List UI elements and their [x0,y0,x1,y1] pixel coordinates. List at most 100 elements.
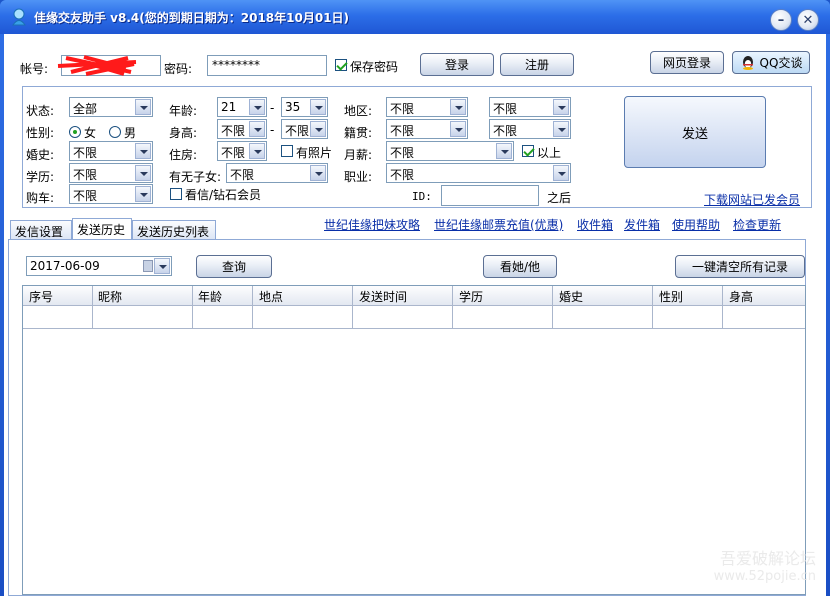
app-icon [12,8,26,26]
password-input[interactable]: ******** [207,55,327,76]
column-divider [452,286,453,329]
gender-female-radio[interactable] [69,126,81,138]
clear-all-records-button[interactable]: 一键清空所有记录 [675,255,805,278]
col-header[interactable]: 昵称 [98,288,122,305]
chevron-down-icon [450,121,466,137]
region-select-2[interactable]: 不限 [489,97,571,117]
login-button[interactable]: 登录 [420,53,494,76]
height-to-select[interactable]: 不限 [281,119,328,139]
marriage-select[interactable]: 不限 [69,141,153,161]
col-header[interactable]: 地点 [259,288,283,305]
link-check-update[interactable]: 检查更新 [733,216,781,233]
region-select-1[interactable]: 不限 [386,97,468,117]
gender-label: 性别: [26,126,55,140]
with-photo-checkbox[interactable] [281,145,293,157]
chevron-down-icon [135,99,151,115]
calendar-icon [143,260,153,272]
height-from-select[interactable]: 不限 [217,119,267,139]
minimize-icon[interactable]: – [770,9,792,31]
query-button[interactable]: 查询 [196,255,272,278]
col-header[interactable]: 学历 [459,288,483,305]
watermark-line-2: www.52pojie.cn [713,569,816,584]
main-window: 佳缘交友助手 v8.4(您的到期日期为：2018年10月01日) – ✕ 帐号:… [0,0,830,596]
qq-chat-label: QQ交谈 [759,56,803,70]
gender-female-label: 女 [84,126,97,140]
tab-send-history[interactable]: 发送历史 [72,218,132,240]
tab-send-settings[interactable]: 发信设置 [10,220,72,239]
chevron-down-icon [154,258,170,274]
tab-send-history-list[interactable]: 发送历史列表 [132,220,216,239]
col-header[interactable]: 年龄 [198,288,222,305]
window-title: 佳缘交友助手 v8.4(您的到期日期为：2018年10月01日) [34,11,350,25]
col-header[interactable]: 婚史 [559,288,583,305]
link-outbox[interactable]: 发件箱 [624,216,660,233]
chevron-down-icon [249,121,265,137]
age-separator: - [270,101,275,115]
chevron-down-icon [496,143,512,159]
height-from-value: 不限 [221,124,246,138]
column-divider [192,286,193,329]
gender-male-radio[interactable] [109,126,121,138]
link-inbox[interactable]: 收件箱 [577,216,613,233]
chevron-down-icon [553,99,569,115]
link-stamp-recharge[interactable]: 世纪佳缘邮票充值(优惠) [434,216,563,233]
age-from-select[interactable]: 21 [217,97,267,117]
car-value: 不限 [73,189,98,203]
web-login-button[interactable]: 网页登录 [650,51,724,74]
education-label: 学历: [26,170,55,184]
close-icon[interactable]: ✕ [797,9,819,31]
member-checkbox[interactable] [170,188,182,200]
above-checkbox[interactable] [522,145,534,157]
marriage-value: 不限 [73,146,98,160]
chevron-down-icon [450,99,466,115]
native-value-1: 不限 [390,124,415,138]
chevron-down-icon [553,165,569,181]
car-select[interactable]: 不限 [69,184,153,204]
download-members-link[interactable]: 下载网站已发会员 [704,191,800,208]
view-profile-button[interactable]: 看她/他 [483,255,557,278]
send-button[interactable]: 发送 [624,96,766,168]
col-header[interactable]: 身高 [729,288,753,305]
job-value: 不限 [390,168,415,182]
date-picker[interactable]: 2017-06-09 [26,256,172,276]
col-header[interactable]: 性别 [659,288,683,305]
table-row[interactable] [23,307,805,329]
height-to-value: 不限 [285,124,310,138]
native-select-2[interactable]: 不限 [489,119,571,139]
after-label: 之后 [547,191,572,205]
chevron-down-icon [310,121,326,137]
column-divider [652,286,653,329]
children-select[interactable]: 不限 [226,163,328,183]
account-label: 帐号: [20,62,49,76]
column-divider [352,286,353,329]
password-label: 密码: [164,62,193,76]
column-divider [552,286,553,329]
education-value: 不限 [73,168,98,182]
age-to-select[interactable]: 35 [281,97,328,117]
native-select-1[interactable]: 不限 [386,119,468,139]
above-label: 以上 [537,146,562,160]
link-help[interactable]: 使用帮助 [672,216,720,233]
salary-value: 不限 [390,146,415,160]
height-label: 身高: [169,126,198,140]
status-select[interactable]: 全部 [69,97,153,117]
link-dating-guide[interactable]: 世纪佳缘把妹攻略 [324,216,420,233]
register-button[interactable]: 注册 [500,53,574,76]
save-password-checkbox[interactable] [335,59,347,71]
salary-select[interactable]: 不限 [386,141,514,161]
title-bar[interactable]: 佳缘交友助手 v8.4(您的到期日期为：2018年10月01日) – ✕ [0,0,830,34]
status-value: 全部 [73,102,98,116]
qq-chat-button[interactable]: QQ交谈 [732,51,810,74]
col-header[interactable]: 发送时间 [359,288,407,305]
housing-select[interactable]: 不限 [217,141,267,161]
id-input[interactable] [441,185,539,206]
job-select[interactable]: 不限 [386,163,571,183]
marriage-label: 婚史: [26,148,55,162]
native-value-2: 不限 [493,124,518,138]
col-header[interactable]: 序号 [29,288,53,305]
education-select[interactable]: 不限 [69,163,153,183]
history-table[interactable]: 序号 昵称 年龄 地点 发送时间 学历 婚史 性别 身高 [22,285,806,595]
chevron-down-icon [135,165,151,181]
id-label: ID: [412,190,432,203]
age-label: 年龄: [169,104,198,118]
